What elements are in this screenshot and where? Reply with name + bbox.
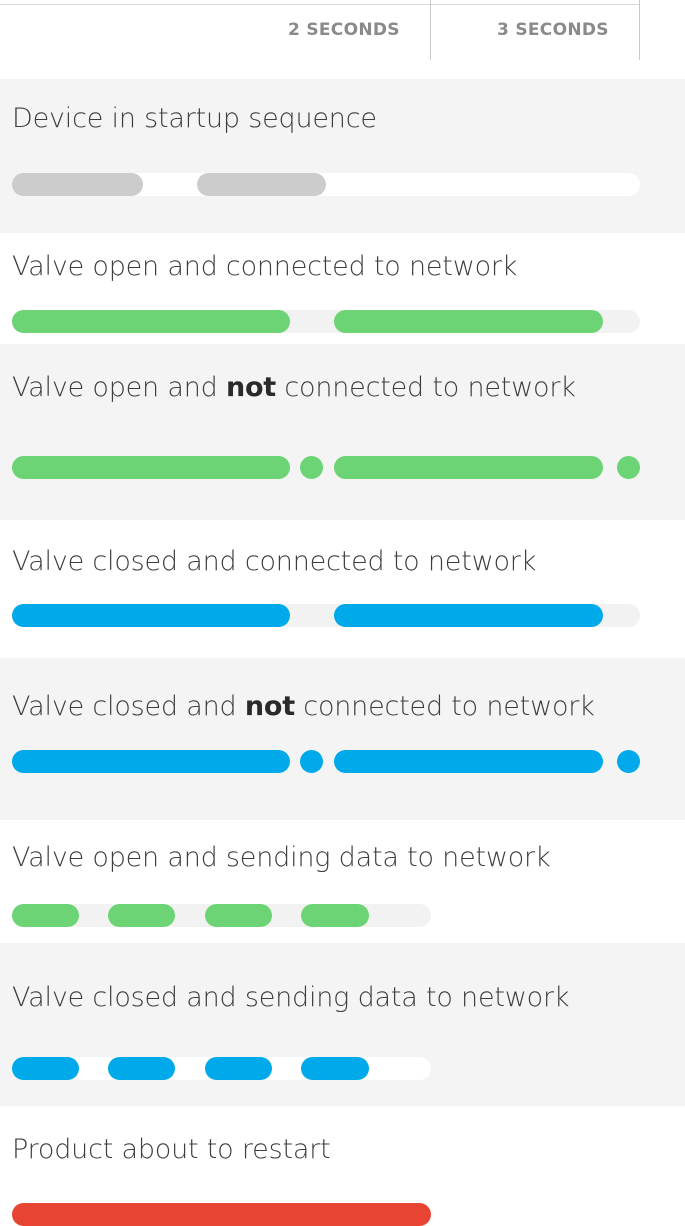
- led-fast-blink: [108, 904, 175, 927]
- led-fast-blink: [301, 904, 369, 927]
- time-label-3-seconds: 3 SECONDS: [497, 20, 609, 40]
- led-solid-segment: [12, 1203, 431, 1226]
- led-track: [12, 1057, 431, 1080]
- led-fast-blink: [205, 904, 272, 927]
- row-label: Valve open and not connected to network: [12, 372, 576, 403]
- row-label: Valve closed and sending data to network: [12, 982, 570, 1013]
- led-track: [12, 904, 431, 927]
- timeline-header: 2 SECONDS 3 SECONDS: [0, 0, 685, 60]
- led-short-blink: [617, 456, 640, 479]
- led-blink-segment: [12, 310, 290, 333]
- row-label: Valve closed and connected to network: [12, 546, 537, 577]
- led-blink-segment: [334, 456, 603, 479]
- row-label: Product about to restart: [12, 1134, 331, 1165]
- row-label: Valve open and sending data to network: [12, 842, 551, 873]
- led-fast-blink: [12, 1057, 79, 1080]
- led-blink-segment: [12, 750, 290, 773]
- time-label-2-seconds: 2 SECONDS: [288, 20, 400, 40]
- led-blink-segment: [197, 173, 326, 196]
- row-label: Valve closed and not connected to networ…: [12, 691, 595, 722]
- led-row-valve-closed-sending-data: Valve closed and sending data to network: [0, 943, 685, 1106]
- led-row-valve-closed-not-connected: Valve closed and not connected to networ…: [0, 658, 685, 820]
- led-track: [12, 310, 640, 333]
- led-blink-segment: [12, 456, 290, 479]
- led-row-valve-closed-connected: Valve closed and connected to network: [0, 520, 685, 658]
- led-track: [12, 456, 640, 479]
- row-label: Device in startup sequence: [12, 103, 377, 134]
- led-fast-blink: [12, 904, 79, 927]
- header-top-line: [0, 4, 640, 5]
- led-fast-blink: [205, 1057, 272, 1080]
- led-blink-segment: [12, 604, 290, 627]
- time-divider-3-seconds: [639, 0, 640, 60]
- led-blink-segment: [334, 750, 603, 773]
- led-track: [12, 173, 640, 196]
- led-short-blink: [300, 456, 323, 479]
- led-blink-segment: [334, 310, 603, 333]
- led-track: [12, 750, 640, 773]
- led-track: [12, 1203, 431, 1226]
- led-track: [12, 604, 640, 627]
- led-fast-blink: [108, 1057, 175, 1080]
- led-short-blink: [617, 750, 640, 773]
- row-label: Valve open and connected to network: [12, 251, 518, 282]
- led-row-valve-open-connected: Valve open and connected to network: [0, 233, 685, 344]
- led-fast-blink: [301, 1057, 369, 1080]
- led-row-startup: Device in startup sequence: [0, 79, 685, 233]
- time-divider-2-seconds: [430, 0, 431, 60]
- led-row-valve-open-sending-data: Valve open and sending data to network: [0, 820, 685, 943]
- led-row-product-restart: Product about to restart: [0, 1112, 685, 1226]
- led-row-valve-open-not-connected: Valve open and not connected to network: [0, 344, 685, 520]
- led-blink-segment: [334, 604, 603, 627]
- led-short-blink: [300, 750, 323, 773]
- led-blink-segment: [12, 173, 143, 196]
